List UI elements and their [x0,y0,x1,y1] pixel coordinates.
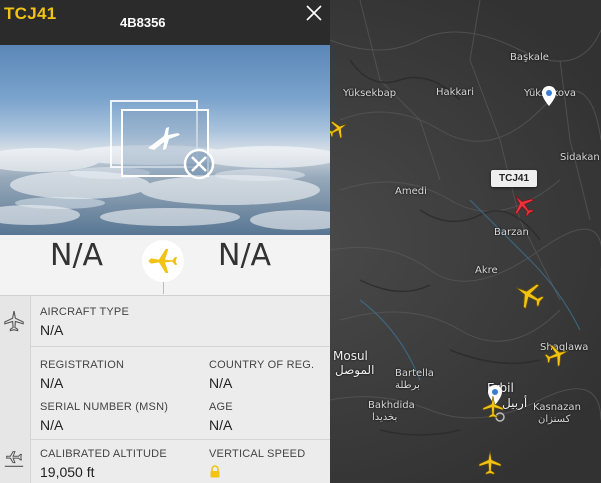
age-label: AGE [209,401,233,413]
aircraft-photo[interactable] [0,45,330,235]
selected-flight-callout[interactable]: TCJ41 [491,170,538,187]
map-label-mosul-ar: الموصل [335,363,375,377]
calibrated-altitude-label: CALIBRATED ALTITUDE [40,448,167,460]
map-label-kasnazan-ar: كسنزان [538,414,571,425]
aircraft-hex-code: 4B8356 [120,15,166,30]
map-label-bakhdida: Bakhdida [368,400,415,411]
map-label-bartella: Bartella [395,368,434,379]
flight-callsign: TCJ41 [4,4,57,23]
plane-icon[interactable] [481,395,505,419]
map-label-akre: Akre [475,265,498,276]
country-of-reg-label: COUNTRY OF REG. [209,359,315,371]
route-divider [163,282,164,294]
map-label-amedi: Amedi [395,186,427,197]
map-label-erbil-ar: أربيل [502,396,528,410]
map-label-bartella-ar: برطلة [395,380,420,391]
vertical-speed-label: VERTICAL SPEED [209,448,306,460]
no-photo-plane-icon [110,100,215,180]
divider [31,346,330,347]
registration-value: N/A [40,375,64,391]
altitude-icon [4,451,24,467]
aircraft-icon [4,310,24,332]
aircraft-type-label: AIRCRAFT TYPE [40,306,129,318]
country-of-reg-value: N/A [209,375,233,391]
registration-label: REGISTRATION [40,359,125,371]
map-label-mosul: Mosul [333,349,368,363]
location-pin-icon[interactable] [542,86,556,106]
lock-icon[interactable] [209,465,221,478]
map-label-yuksekbap: Yüksekbap [343,88,397,99]
map-label-hakkari: Hakkari [436,87,475,98]
calibrated-altitude-value: 19,050 ft [40,464,95,480]
map-label-barzan: Barzan [494,227,529,238]
serial-number-label: SERIAL NUMBER (MSN) [40,401,169,413]
divider [31,439,330,440]
panel-header: TCJ41 4B8356 [0,0,330,45]
serial-number-value: N/A [40,417,64,433]
map-label-sidakan: Sidakan [560,152,600,163]
map-label-bakhdida-ar: بخديدا [372,412,398,423]
route-plane-badge [142,240,184,282]
map-label-baskale: Başkale [510,52,549,63]
origin-airport[interactable]: N/A [50,238,103,273]
plane-icon[interactable] [477,450,503,476]
details-icon-column [0,296,31,483]
age-value: N/A [209,417,233,433]
map-label-kasnazan: Kasnazan [533,402,581,413]
aircraft-type-value: N/A [40,322,64,338]
flight-info-panel: TCJ41 4B8356 N/A N/A AIRCRAFT TYPE N/A R… [0,0,330,483]
plane-right-icon [148,249,177,273]
destination-airport[interactable]: N/A [218,238,271,273]
close-icon[interactable] [305,4,323,22]
aircraft-details: AIRCRAFT TYPE N/A REGISTRATION N/A COUNT… [0,296,330,483]
route-bar: N/A N/A [0,235,330,296]
